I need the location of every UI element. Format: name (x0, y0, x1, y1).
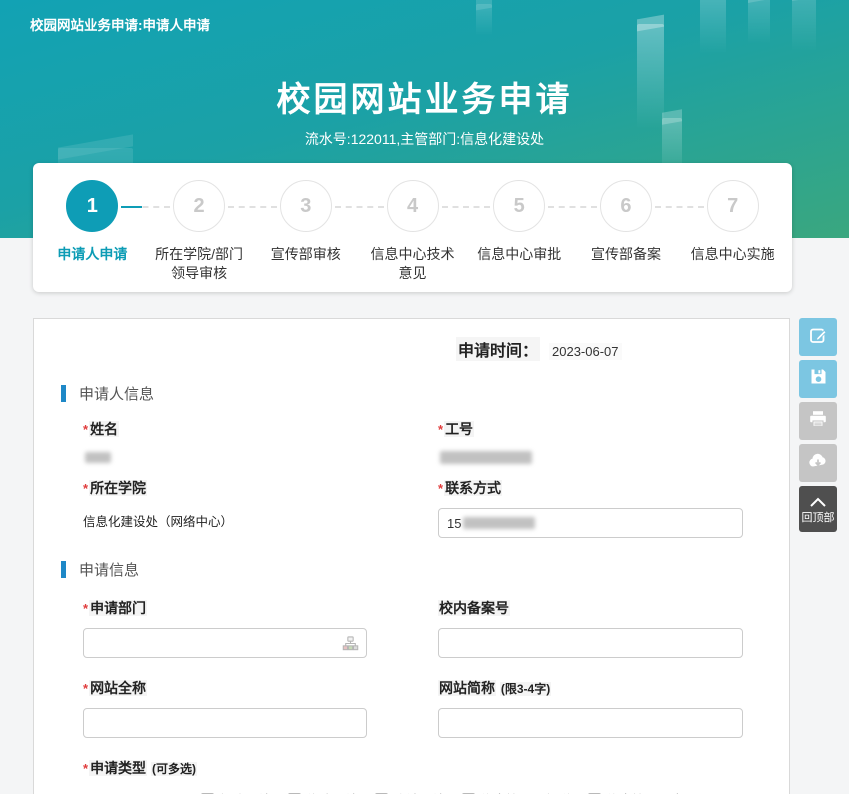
site-full-label: *网站全称 (83, 678, 367, 698)
org-picker-icon[interactable] (342, 635, 359, 655)
college-label: *所在学院 (83, 478, 367, 498)
apply-type-label: *申请类型 (可多选) (83, 758, 789, 778)
field-college: *所在学院 信息化建设处（网络中心） (83, 478, 367, 538)
step-connector (335, 206, 384, 208)
step-4: 4 信息中心技术意见 (359, 180, 466, 283)
contact-value-visible: 15 (447, 516, 461, 531)
contact-input[interactable]: 15 (438, 508, 743, 538)
step-connector (655, 206, 704, 208)
apply-time-row: 申请时间： 2023-06-07 (456, 337, 789, 361)
step-circle[interactable]: 7 (707, 180, 759, 232)
step-connector (442, 206, 491, 208)
step-circle[interactable]: 2 (173, 180, 225, 232)
download-button[interactable] (799, 444, 837, 482)
stepper-card: 1 申请人申请 2 所在学院/部门领导审核 3 宣传部审核 4 信息中心技术意见 5 信息中心审批… (33, 163, 792, 292)
section-title: 申请人信息 (79, 383, 154, 404)
field-apply-type: *申请类型 (可多选) 新建网站 修改网站 注销网站 信息管理员新增 信息管理员变更 (83, 758, 789, 794)
building-decoration (792, 0, 816, 52)
step-1: 1 申请人申请 (39, 180, 146, 283)
step-label: 申请人申请 (39, 245, 146, 264)
field-contact: *联系方式 15 (438, 478, 743, 538)
edit-icon (808, 325, 828, 350)
field-employee-id: *工号 (438, 419, 743, 464)
name-value-redacted (85, 452, 111, 463)
field-apply-dept: *申请部门 (83, 598, 367, 658)
section-applicant-info: 申请人信息 (61, 383, 789, 404)
step-label: 宣传部备案 (573, 245, 680, 264)
site-full-input[interactable] (83, 708, 367, 738)
save-icon (809, 367, 828, 391)
step-label: 宣传部审核 (252, 245, 359, 264)
name-label: *姓名 (83, 419, 367, 439)
step-connector (228, 206, 277, 208)
apply-type-option[interactable]: 修改网站 (288, 790, 358, 794)
chevron-up-icon (807, 496, 829, 511)
step-5: 5 信息中心审批 (466, 180, 573, 283)
print-icon (808, 409, 828, 434)
field-record-no: 校内备案号 (438, 598, 743, 658)
college-value: 信息化建设处（网络中心） (83, 511, 367, 530)
back-to-top-label: 回顶部 (802, 512, 835, 524)
record-no-label: 校内备案号 (438, 598, 743, 618)
site-short-input[interactable] (438, 708, 743, 738)
contact-label: *联系方式 (438, 478, 743, 498)
floating-toolbar: 回顶部 (799, 318, 837, 532)
step-connector (548, 206, 597, 208)
building-decoration (476, 4, 492, 36)
save-button[interactable] (799, 360, 837, 398)
apply-type-option[interactable]: 信息管理员新增 (462, 790, 571, 794)
step-label: 信息中心实施 (679, 245, 786, 264)
checkbox-label: 新建网站 (219, 790, 271, 794)
step-circle[interactable]: 4 (387, 180, 439, 232)
checkbox-label: 注销网站 (393, 790, 445, 794)
checkbox-label: 信息管理员新增 (480, 790, 571, 794)
apply-dept-label: *申请部门 (83, 598, 367, 618)
apply-time-label: 申请时间： (456, 337, 540, 361)
page-title: 校园网站业务申请 (0, 72, 849, 121)
stepper-steps: 1 申请人申请 2 所在学院/部门领导审核 3 宣传部审核 4 信息中心技术意见 5 信息中心审批… (39, 180, 786, 283)
apply-dept-input[interactable] (83, 628, 367, 658)
step-label: 所在学院/部门领导审核 (146, 245, 253, 283)
step-circle[interactable]: 1 (66, 180, 118, 232)
print-button[interactable] (799, 402, 837, 440)
section-bar-icon (61, 561, 66, 578)
application-form-card: 申请时间： 2023-06-07 申请人信息 *姓名 *工号 *所在学院 信息化… (33, 318, 790, 794)
step-connector (121, 206, 170, 208)
apply-type-options: 新建网站 修改网站 注销网站 信息管理员新增 信息管理员变更 (201, 790, 789, 794)
building-decoration (700, 0, 726, 54)
field-name: *姓名 (83, 419, 367, 464)
field-site-short: 网站简称 (限3-4字) (438, 678, 743, 738)
step-circle[interactable]: 3 (280, 180, 332, 232)
section-application-info: 申请信息 (61, 559, 789, 580)
field-site-full: *网站全称 (83, 678, 367, 738)
apply-time-value: 2023-06-07 (549, 343, 622, 360)
edit-button[interactable] (799, 318, 837, 356)
employee-id-label: *工号 (438, 419, 743, 439)
step-2: 2 所在学院/部门领导审核 (146, 180, 253, 283)
back-to-top-button[interactable]: 回顶部 (799, 486, 837, 532)
checkbox-label: 修改网站 (306, 790, 358, 794)
step-circle[interactable]: 6 (600, 180, 652, 232)
breadcrumb: 校园网站业务申请:申请人申请 (30, 14, 210, 34)
step-7: 7 信息中心实施 (679, 180, 786, 283)
step-label: 信息中心技术意见 (359, 245, 466, 283)
employee-id-value-redacted (440, 451, 532, 464)
apply-type-option[interactable]: 新建网站 (201, 790, 271, 794)
building-decoration (748, 0, 770, 44)
record-no-input[interactable] (438, 628, 743, 658)
checkbox-label: 信息管理员变更 (606, 790, 697, 794)
page-subtitle: 流水号:122011,主管部门:信息化建设处 (0, 129, 849, 149)
section-bar-icon (61, 385, 66, 402)
step-6: 6 宣传部备案 (573, 180, 680, 283)
step-3: 3 宣传部审核 (252, 180, 359, 283)
step-label: 信息中心审批 (466, 245, 573, 264)
contact-value-redacted (463, 517, 535, 529)
apply-type-option[interactable]: 注销网站 (375, 790, 445, 794)
section-title: 申请信息 (79, 559, 139, 580)
download-cloud-icon (807, 450, 829, 477)
step-circle[interactable]: 5 (493, 180, 545, 232)
site-short-label: 网站简称 (限3-4字) (438, 678, 743, 698)
apply-type-option[interactable]: 信息管理员变更 (588, 790, 697, 794)
